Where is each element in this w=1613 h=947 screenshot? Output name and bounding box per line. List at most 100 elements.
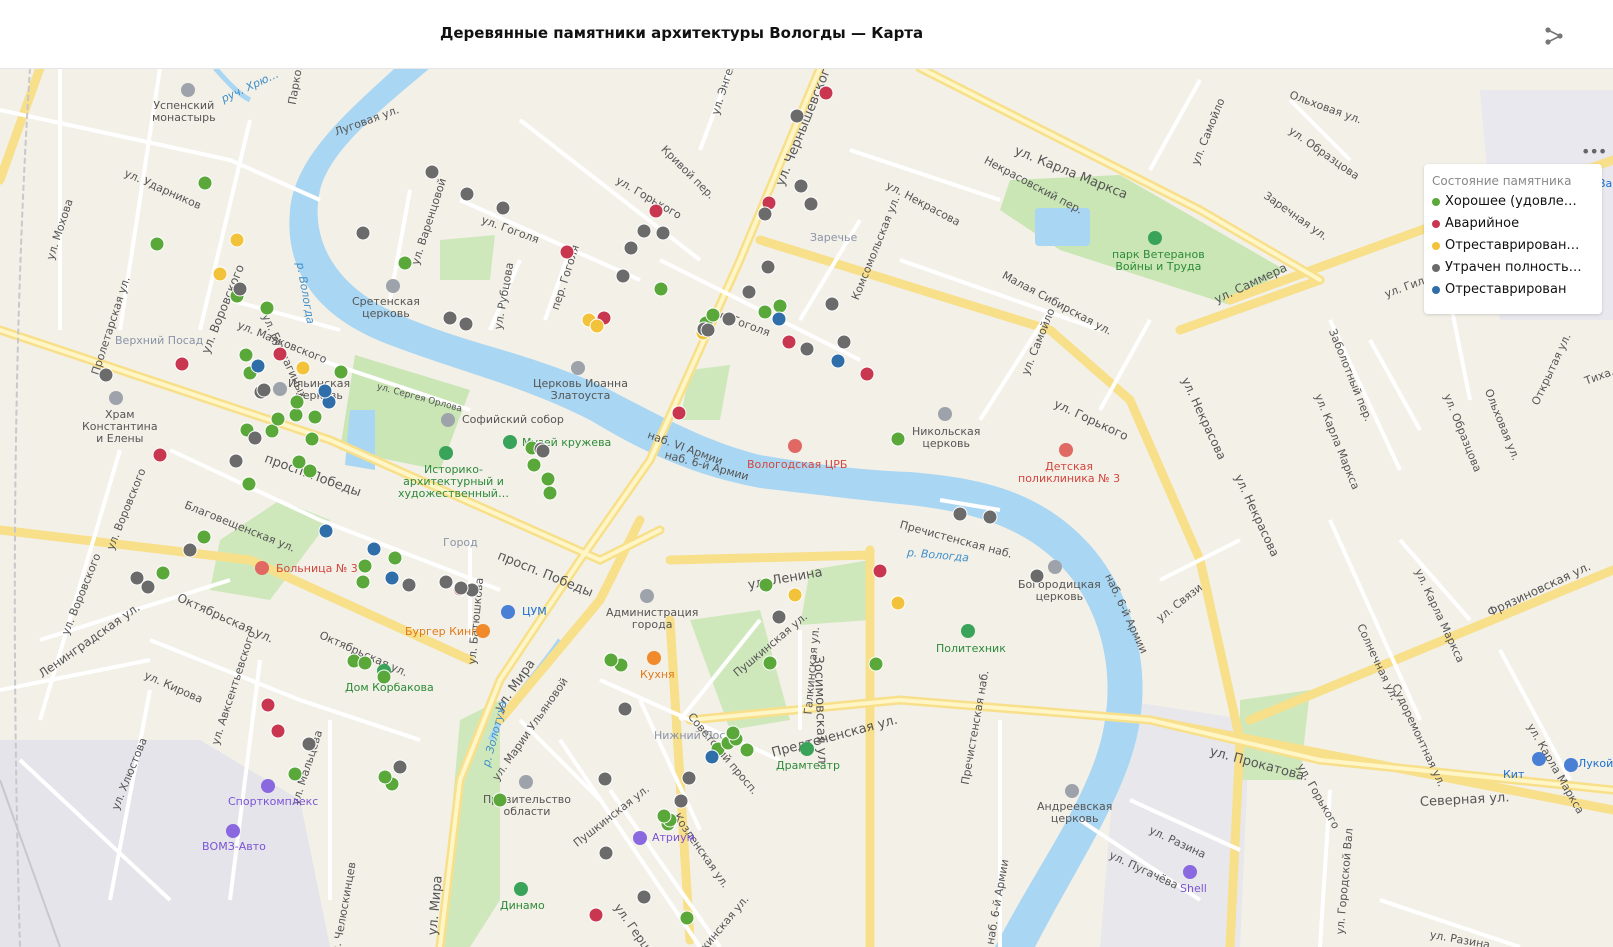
monument-marker-good[interactable]: [868, 656, 884, 672]
monument-marker-restored-partial[interactable]: [787, 587, 803, 603]
monument-marker-restored-partial[interactable]: [229, 232, 245, 248]
monument-marker-restored[interactable]: [250, 358, 266, 374]
monument-marker-good[interactable]: [679, 910, 695, 926]
monument-marker-good[interactable]: [758, 577, 774, 593]
monument-marker-good[interactable]: [772, 298, 788, 314]
monument-marker-lost[interactable]: [182, 542, 198, 558]
monument-marker-lost[interactable]: [824, 296, 840, 312]
monument-marker-lost[interactable]: [442, 310, 458, 326]
monument-marker-good[interactable]: [241, 476, 257, 492]
monument-marker-lost[interactable]: [458, 316, 474, 332]
monument-marker-good[interactable]: [304, 431, 320, 447]
legend-item-lost[interactable]: Утрачен полность…: [1432, 257, 1592, 279]
share-icon[interactable]: [1544, 26, 1564, 46]
monument-marker-good[interactable]: [333, 364, 349, 380]
monument-marker-emergency[interactable]: [872, 563, 888, 579]
monument-marker-emergency[interactable]: [260, 697, 276, 713]
monument-marker-lost[interactable]: [741, 284, 757, 300]
monument-marker-restored[interactable]: [384, 570, 400, 586]
monument-marker-lost[interactable]: [757, 206, 773, 222]
monument-marker-good[interactable]: [196, 529, 212, 545]
monument-marker-good[interactable]: [705, 307, 721, 323]
monument-marker-good[interactable]: [540, 471, 556, 487]
monument-marker-lost[interactable]: [721, 311, 737, 327]
monument-marker-lost[interactable]: [98, 367, 114, 383]
monument-marker-lost[interactable]: [952, 506, 968, 522]
monument-marker-lost[interactable]: [355, 225, 371, 241]
monument-marker-good[interactable]: [397, 255, 413, 271]
monument-marker-lost[interactable]: [598, 845, 614, 861]
monument-marker-lost[interactable]: [655, 225, 671, 241]
monument-marker-restored-partial[interactable]: [295, 360, 311, 376]
monument-marker-good[interactable]: [238, 347, 254, 363]
monument-marker-lost[interactable]: [771, 609, 787, 625]
monument-marker-emergency[interactable]: [152, 447, 168, 463]
monument-marker-good[interactable]: [376, 669, 392, 685]
monument-marker-lost[interactable]: [424, 164, 440, 180]
monument-marker-emergency[interactable]: [859, 366, 875, 382]
monument-marker-emergency[interactable]: [272, 346, 288, 362]
monument-marker-good[interactable]: [725, 725, 741, 741]
monument-marker-emergency[interactable]: [648, 203, 664, 219]
monument-marker-good[interactable]: [492, 792, 508, 808]
monument-marker-good[interactable]: [289, 394, 305, 410]
monument-marker-lost[interactable]: [673, 793, 689, 809]
monument-marker-good[interactable]: [155, 565, 171, 581]
monument-marker-good[interactable]: [357, 655, 373, 671]
monument-marker-emergency[interactable]: [174, 356, 190, 372]
monument-marker-emergency[interactable]: [818, 85, 834, 101]
monument-marker-lost[interactable]: [700, 322, 716, 338]
more-options-icon[interactable]: •••: [1581, 142, 1607, 161]
monument-marker-lost[interactable]: [401, 577, 417, 593]
monument-marker-lost[interactable]: [799, 341, 815, 357]
monument-marker-good[interactable]: [653, 281, 669, 297]
monument-marker-restored-partial[interactable]: [890, 595, 906, 611]
monument-marker-lost[interactable]: [982, 509, 998, 525]
map-canvas[interactable]: ул. Карла Маркса ул. Чернышевского просп…: [0, 68, 1613, 947]
monument-marker-good[interactable]: [656, 808, 672, 824]
monument-marker-lost[interactable]: [438, 574, 454, 590]
monument-marker-restored[interactable]: [317, 383, 333, 399]
monument-marker-good[interactable]: [739, 742, 755, 758]
legend-item-emergency[interactable]: Аварийное: [1432, 213, 1592, 235]
monument-marker-restored-partial[interactable]: [589, 318, 605, 334]
monument-marker-lost[interactable]: [228, 453, 244, 469]
monument-marker-restored[interactable]: [830, 353, 846, 369]
monument-marker-good[interactable]: [890, 431, 906, 447]
monument-marker-lost[interactable]: [681, 770, 697, 786]
monument-marker-lost[interactable]: [459, 186, 475, 202]
monument-marker-emergency[interactable]: [588, 907, 604, 923]
monument-marker-emergency[interactable]: [781, 334, 797, 350]
monument-marker-good[interactable]: [762, 655, 778, 671]
monument-marker-lost[interactable]: [232, 281, 248, 297]
monument-marker-good[interactable]: [288, 407, 304, 423]
legend-item-good[interactable]: Хорошее (удовле…: [1432, 191, 1592, 213]
monument-marker-good[interactable]: [357, 558, 373, 574]
monument-marker-good[interactable]: [287, 766, 303, 782]
monument-marker-lost[interactable]: [617, 701, 633, 717]
monument-marker-good[interactable]: [355, 574, 371, 590]
monument-marker-lost[interactable]: [1029, 568, 1045, 584]
monument-marker-good[interactable]: [270, 411, 286, 427]
monument-marker-lost[interactable]: [301, 736, 317, 752]
monument-marker-emergency[interactable]: [671, 405, 687, 421]
monument-marker-good[interactable]: [259, 300, 275, 316]
monument-marker-restored[interactable]: [771, 311, 787, 327]
monument-marker-good[interactable]: [149, 236, 165, 252]
monument-marker-lost[interactable]: [803, 196, 819, 212]
monument-marker-lost[interactable]: [760, 259, 776, 275]
monument-marker-lost[interactable]: [789, 108, 805, 124]
monument-marker-good[interactable]: [197, 175, 213, 191]
monument-marker-lost[interactable]: [140, 579, 156, 595]
monument-marker-good[interactable]: [603, 652, 619, 668]
monument-marker-lost[interactable]: [615, 268, 631, 284]
monument-marker-lost[interactable]: [247, 430, 263, 446]
monument-marker-lost[interactable]: [453, 580, 469, 596]
monument-marker-lost[interactable]: [793, 178, 809, 194]
monument-marker-restored-partial[interactable]: [212, 266, 228, 282]
monument-marker-lost[interactable]: [636, 223, 652, 239]
monument-marker-lost[interactable]: [597, 771, 613, 787]
monument-marker-restored[interactable]: [366, 541, 382, 557]
monument-marker-good[interactable]: [542, 485, 558, 501]
monument-marker-good[interactable]: [757, 304, 773, 320]
